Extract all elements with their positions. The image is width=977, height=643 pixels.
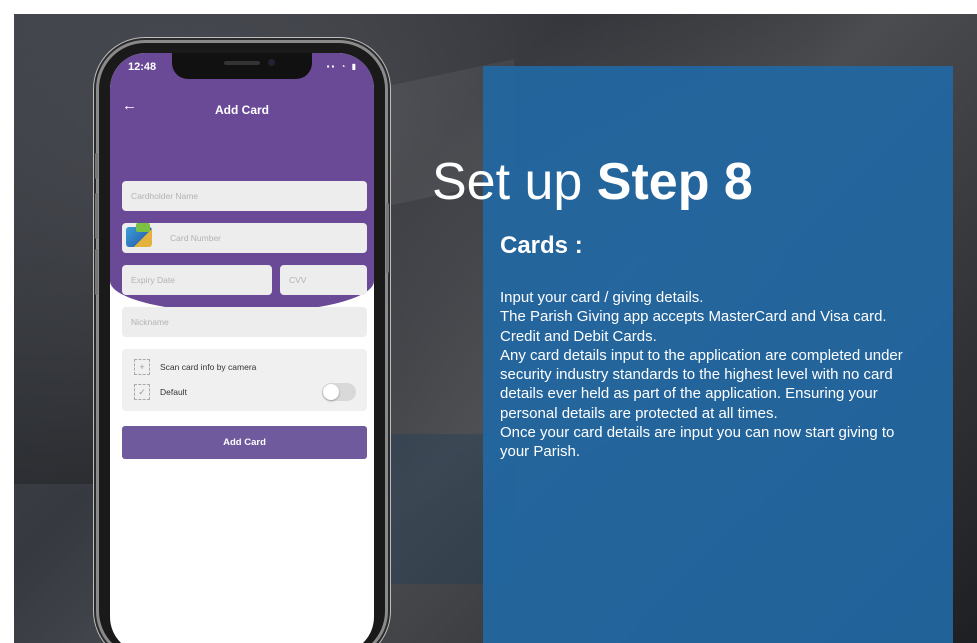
section-title: Cards : (500, 232, 583, 259)
scan-camera-icon[interactable]: + (134, 359, 150, 375)
title-step: Step 8 (596, 153, 753, 211)
nickname-field[interactable]: Nickname (122, 307, 367, 337)
status-signal-icons: ▪▪ ◔ ▮ (326, 62, 358, 71)
scan-card-label[interactable]: Scan card info by camera (160, 362, 256, 372)
body-line: Any card details input to the applicatio… (500, 346, 903, 422)
body-line: Input your card / giving details. (500, 289, 704, 306)
add-card-button[interactable]: Add Card (122, 426, 367, 459)
phone-volume-down (95, 249, 98, 295)
body-line: Once your card details are input you can… (500, 424, 895, 461)
cvv-field[interactable]: CVV (280, 265, 367, 295)
cardholder-name-field[interactable]: Cardholder Name (122, 181, 367, 211)
phone-power-button (386, 203, 389, 273)
card-number-field[interactable]: Card Number (122, 223, 367, 253)
default-check-icon: ✓ (134, 384, 150, 400)
body-line: The Parish Giving app accepts MasterCard… (500, 308, 887, 345)
title-prefix: Set up (432, 153, 597, 211)
phone-screen: 12:48 ▪▪ ◔ ▮ ← Add Card Cardholder Name … (110, 53, 374, 643)
phone-mockup: 12:48 ▪▪ ◔ ▮ ← Add Card Cardholder Name … (95, 43, 389, 643)
phone-volume-up (95, 193, 98, 239)
phone-mute-switch (95, 153, 98, 179)
expiry-date-field[interactable]: Expiry Date (122, 265, 272, 295)
default-toggle[interactable] (322, 383, 356, 401)
front-camera (268, 59, 275, 66)
app-title: Add Card (215, 103, 269, 117)
card-number-placeholder: Card Number (170, 233, 222, 243)
phone-notch (172, 53, 312, 79)
page-title: Set up Step 8 (432, 152, 753, 212)
toggle-knob (323, 384, 339, 400)
speaker-grille (224, 61, 260, 65)
credit-card-icon (126, 223, 152, 247)
body-text: Input your card / giving details. The Pa… (500, 288, 920, 462)
default-label: Default (160, 387, 187, 397)
status-time: 12:48 (128, 61, 157, 73)
card-options-box: + Scan card info by camera ✓ Default (122, 349, 367, 411)
